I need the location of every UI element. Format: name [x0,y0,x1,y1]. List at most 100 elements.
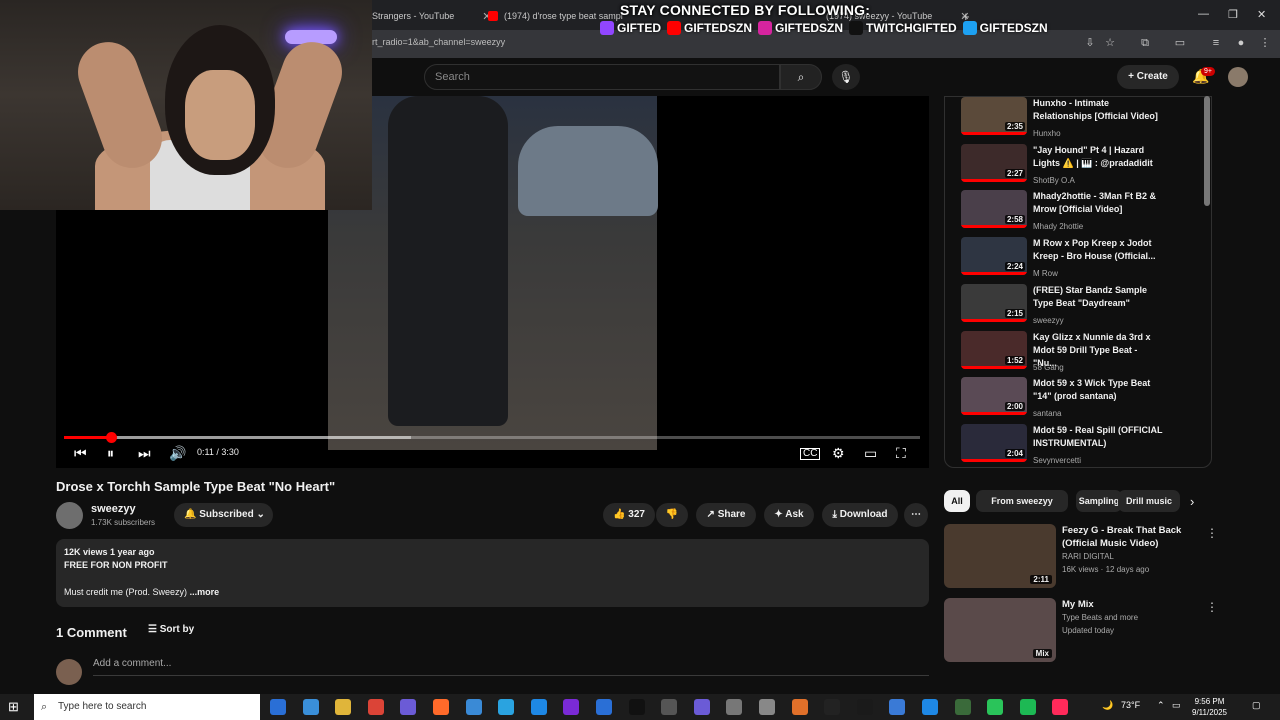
previous-icon[interactable]: ⏮ [74,444,87,462]
app-icon[interactable] [661,699,678,715]
thumbs-down-icon: 👎 [665,509,679,520]
progress-bar[interactable] [64,432,920,443]
taskbar-search-input[interactable]: ⌕ Type here to search [34,694,260,720]
chevron-right-icon[interactable]: › [1190,494,1194,509]
app-icon[interactable] [759,699,775,715]
steam-icon[interactable] [889,699,906,715]
add-comment-input[interactable]: Add a comment... [93,658,929,676]
edge-icon[interactable] [302,699,319,715]
clock[interactable]: 9:56 PM 9/11/2025 [1192,696,1227,718]
notifications-icon[interactable]: ▢ [1252,700,1261,711]
browser-tab[interactable]: (1974) sweezyy - YouTube ✕ [826,6,969,26]
browser-tab[interactable]: Strangers - YouTube ✕ [372,6,491,26]
app-icon[interactable] [726,699,743,715]
playlist-item-channel: Sevynvercetti [1033,455,1082,465]
playlist-item-title: Hunxho - Intimate Relationships [Officia… [1033,98,1158,121]
more-actions-button[interactable]: ⋯ [904,503,928,527]
playlist-item-channel: M Row [1033,269,1058,279]
brave-icon[interactable] [433,699,449,715]
pause-icon[interactable]: ⏸ [107,444,114,462]
share-button[interactable]: ↗ Share [696,503,756,527]
subscribed-button[interactable]: 🔔 Subscribed ⌄ [174,503,273,527]
volume-icon[interactable]: 🔊 [169,444,186,462]
more-options-icon[interactable]: ⋮ [1206,526,1218,540]
playlist-item[interactable]: 1:52 Kay Glizz x Nunnie da 3rd x Mdot 59 … [961,330,1211,375]
app-icon[interactable] [596,699,612,715]
sort-button[interactable]: ☰ Sort by [148,624,194,635]
ask-button[interactable]: ✦ Ask [764,503,814,527]
xbox-icon[interactable] [954,699,971,715]
filter-chip[interactable]: All [944,490,970,512]
epic-games-icon[interactable] [824,699,841,715]
fullscreen-icon[interactable]: ⛶ [896,444,906,462]
recommendation-item[interactable]: 2:11 Feezy G - Break That Back (Official … [944,524,1224,590]
next-icon[interactable]: ⏭ [138,444,151,462]
create-button[interactable]: + Create [1117,65,1179,89]
playlist-item[interactable]: 2:00 Mdot 59 x 3 Wick Type Beat "14" (pro… [961,377,1211,421]
playlist-scrollbar[interactable] [1204,96,1210,206]
tray-chevron-icon[interactable]: ⌃ [1157,700,1165,711]
profile-icon[interactable]: ● [1233,35,1249,51]
app-icon[interactable] [498,699,515,715]
playlist-item[interactable]: 2:35 Hunxho - Intimate Relationships [Off… [961,97,1211,141]
copilot-icon[interactable] [400,699,417,715]
captions-icon[interactable]: CC [800,448,821,460]
playlist-item[interactable]: 2:04 Mdot 59 - Real Spill (OFFICIAL INSTR… [961,423,1211,467]
extensions-icon[interactable]: ⧉ [1137,35,1153,51]
settings-gear-icon[interactable]: ⚙ [832,444,845,462]
outlook-icon[interactable] [530,699,547,715]
bookmark-star-icon[interactable]: ☆ [1102,35,1118,51]
media-icon[interactable]: ≡ [1208,35,1224,51]
close-window-icon[interactable]: ✕ [1257,8,1266,21]
playlist-item[interactable]: 2:15 (FREE) Star Bandz Sample Type Beat "… [961,283,1211,328]
filter-chip[interactable]: From sweezyy [976,490,1068,512]
account-avatar[interactable] [1228,67,1248,87]
channel-name[interactable]: sweezyy [91,503,136,515]
browser-tab[interactable]: (1974) d'rose type beat sampl [488,6,623,26]
spotify-icon[interactable] [1019,699,1036,715]
tab-search-icon[interactable]: ▭ [1172,35,1188,51]
more-options-icon[interactable]: ⋮ [1206,600,1218,614]
filter-chip[interactable]: Sampling [1076,490,1122,512]
download-button[interactable]: ⤓ Download [822,503,898,527]
url-field[interactable]: rt_radio=1&ab_channel=sweezyy [372,37,505,47]
scrubber-handle[interactable] [106,432,118,443]
file-explorer-icon[interactable] [335,699,352,715]
playlist-item[interactable]: 2:58 Mhady2hottie - 3Man Ft B2 & Mrow [Of… [961,190,1211,234]
dislike-button[interactable]: 👎 [656,503,688,527]
filter-chip[interactable]: Drill music [1118,490,1180,512]
temperature[interactable]: 73°F [1121,700,1140,710]
app-icon[interactable] [922,699,938,715]
playlist-item[interactable]: 2:27 "Jay Hound" Pt 4 | Hazard Lights ⚠️ … [961,143,1211,188]
channel-avatar[interactable] [56,502,83,529]
chrome-icon[interactable] [367,699,384,715]
tiktok-icon[interactable] [1052,699,1069,715]
install-icon[interactable]: ⇩ [1082,35,1098,51]
network-icon[interactable]: ▭ [1172,700,1181,711]
playlist-thumbnail: 2:27 [961,143,1027,182]
menu-icon[interactable]: ⋮ [1257,35,1273,51]
restore-icon[interactable]: ❐ [1228,8,1238,21]
weather-icon[interactable]: 🌙 [1102,700,1113,711]
mic-icon[interactable]: 🎙 [832,64,860,90]
app-icon[interactable] [987,699,1004,715]
playlist-item[interactable]: 2:24 M Row x Pop Kreep x Jodot Kreep - Br… [961,237,1211,281]
minimize-icon[interactable]: — [1198,8,1209,20]
app-icon[interactable] [465,699,482,715]
app-icon[interactable] [791,699,808,715]
taskview-icon[interactable] [270,699,286,715]
search-icon[interactable]: ⌕ [780,64,822,90]
description-box[interactable]: 12K views 1 year ago FREE FOR NON PROFIT… [56,539,929,607]
discord-icon[interactable] [856,699,873,715]
app-icon[interactable] [693,699,710,715]
theater-mode-icon[interactable]: ▭ [864,444,877,462]
premiere-icon[interactable] [563,699,580,715]
new-tab-button[interactable]: + [962,6,970,26]
search-input[interactable]: Search [424,64,780,90]
windows-start-icon[interactable]: ⊞ [8,699,19,715]
tiktok-icon[interactable] [628,699,645,715]
like-button[interactable]: 👍 327 [603,503,655,527]
show-more-link[interactable]: ...more [190,587,220,597]
watched-bar [961,318,1027,322]
recommendation-item[interactable]: Mix My Mix Type Beats and more Updated toda… [944,598,1224,664]
